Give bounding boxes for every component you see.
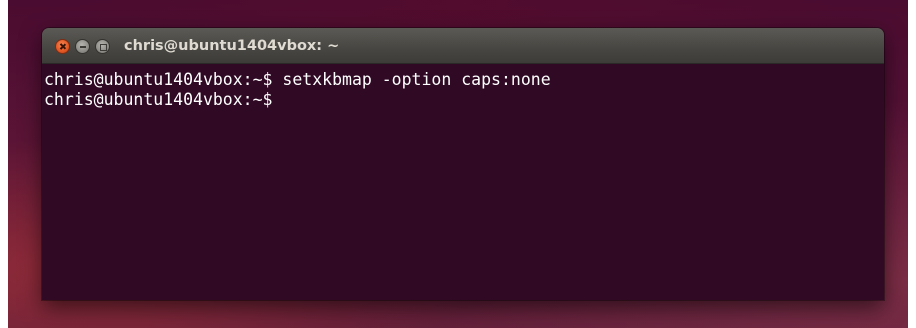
close-icon[interactable] — [55, 39, 70, 54]
terminal-window[interactable]: chris@ubuntu1404vbox: ~ chris@ubuntu1404… — [42, 28, 884, 300]
terminal-line-command: chris@ubuntu1404vbox:~$ setxkbmap -optio… — [44, 70, 551, 89]
minimize-icon[interactable] — [75, 39, 90, 54]
maximize-icon[interactable] — [95, 39, 110, 54]
window-title: chris@ubuntu1404vbox: ~ — [124, 38, 340, 54]
desktop-background: chris@ubuntu1404vbox: ~ chris@ubuntu1404… — [8, 0, 908, 328]
terminal-output[interactable]: chris@ubuntu1404vbox:~$ setxkbmap -optio… — [42, 64, 884, 300]
terminal-line-prompt: chris@ubuntu1404vbox:~$ — [44, 90, 273, 109]
title-bar[interactable]: chris@ubuntu1404vbox: ~ — [42, 28, 884, 64]
